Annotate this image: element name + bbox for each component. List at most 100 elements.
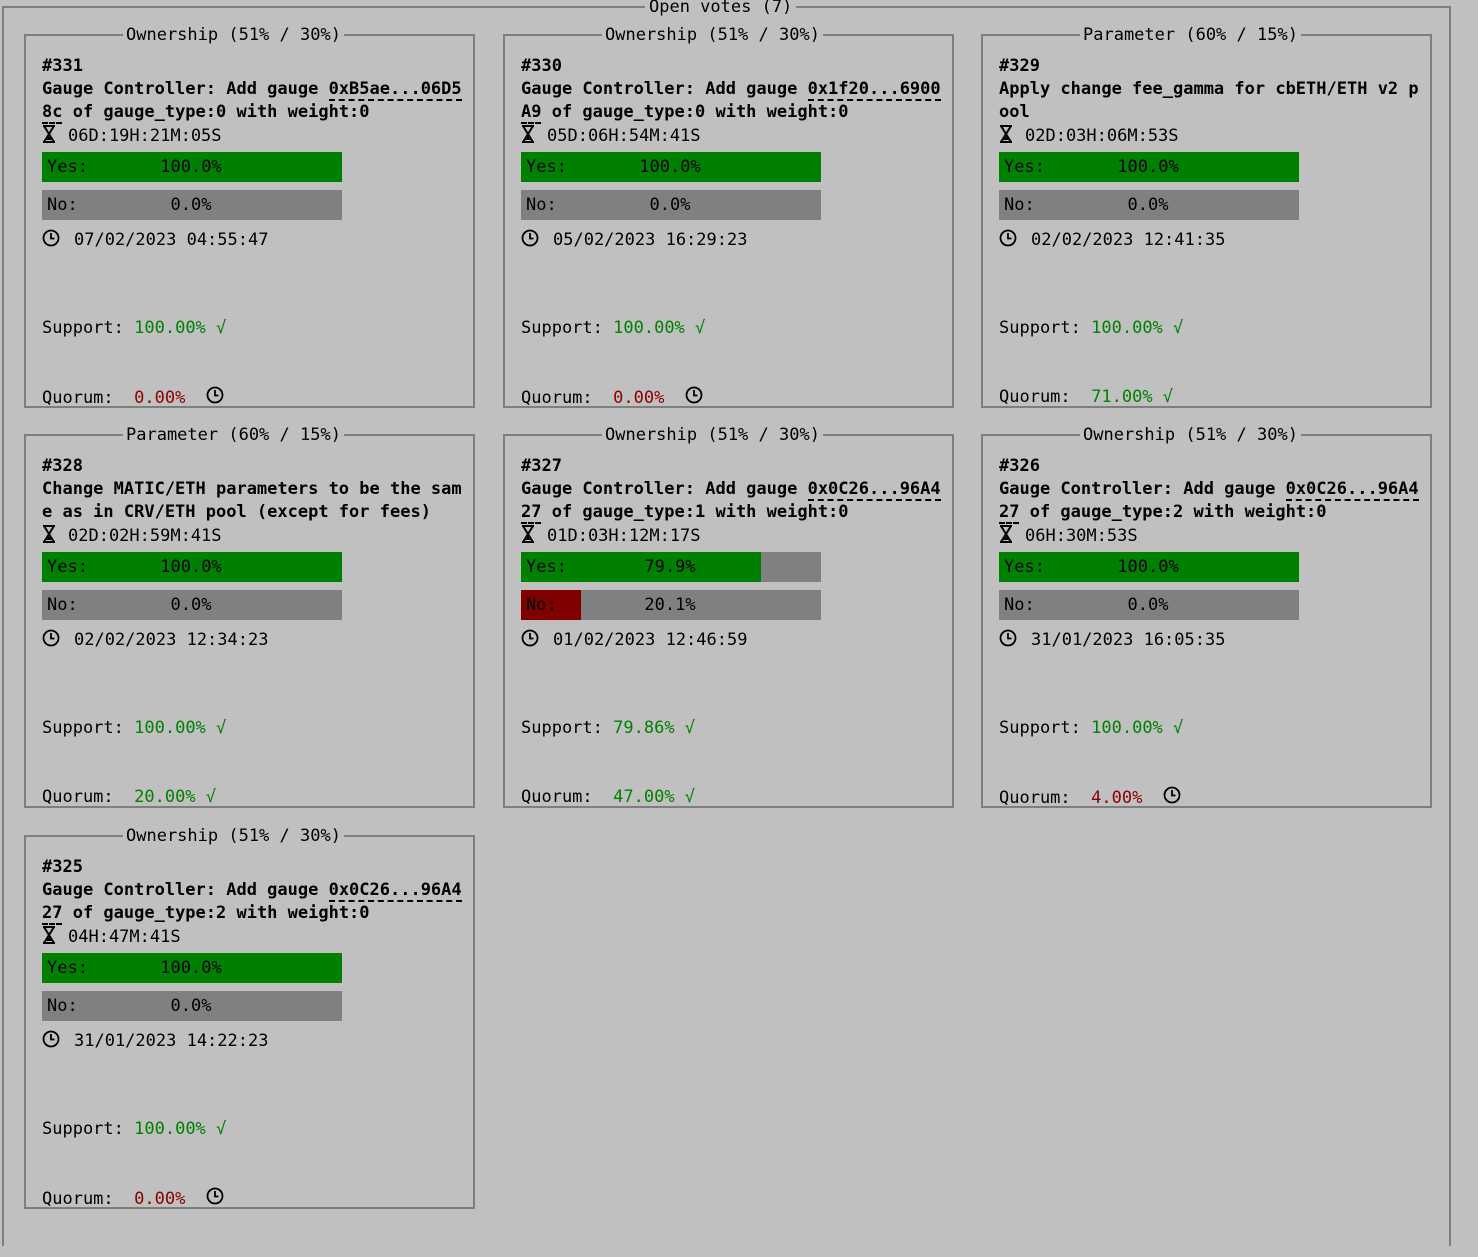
no-bar: No: 0.0% (521, 190, 821, 220)
timer-value: 06H:30M:53S (1025, 526, 1138, 546)
support-line: Support: 100.00% √ (42, 317, 469, 340)
description-text: Gauge Controller: Add gauge (521, 79, 808, 99)
yes-percent: 79.9% (644, 557, 696, 577)
vote-type-label: Parameter (60% / 15%) (1080, 26, 1301, 45)
quorum-value: 0.00% (613, 388, 665, 408)
time-remaining: 02D:02H:59M:41S (42, 524, 469, 548)
vote-stats: Support: 100.00% √ Quorum: 0.00% (42, 1072, 469, 1257)
vote-number: #325 (42, 857, 83, 877)
yes-label: Yes: (1004, 557, 1045, 577)
quorum-line: Quorum: 47.00% √ (521, 786, 948, 809)
vote-start-date: 31/01/2023 16:05:35 (999, 628, 1426, 652)
vote-number: #329 (999, 56, 1040, 76)
clock-icon (42, 1030, 60, 1048)
description-text: Apply change fee_gamma for cbETH/ETH v2 … (999, 79, 1419, 122)
description-text-tail: of gauge_type:2 with weight:0 (62, 903, 370, 923)
yes-bar: Yes: 100.0% (42, 152, 342, 182)
no-percent: 0.0% (649, 195, 691, 215)
description-text: Gauge Controller: Add gauge (521, 479, 808, 499)
support-label: Support: (521, 718, 603, 738)
clock-icon (999, 229, 1017, 247)
no-percent: 0.0% (170, 195, 212, 215)
yes-percent: 100.0% (1117, 557, 1179, 577)
description-text: Gauge Controller: Add gauge (999, 479, 1286, 499)
vote-number: #331 (42, 56, 83, 76)
date-value: 05/02/2023 16:29:23 (553, 230, 748, 250)
clock-icon (521, 629, 539, 647)
no-percent: 0.0% (170, 595, 212, 615)
yes-label: Yes: (47, 557, 88, 577)
description-text-tail: of gauge_type:2 with weight:0 (1019, 502, 1327, 522)
clock-icon (206, 1187, 223, 1205)
vote-start-date: 02/02/2023 12:41:35 (999, 228, 1426, 252)
yes-bar: Yes: 100.0% (999, 152, 1299, 182)
clock-icon (206, 386, 223, 404)
no-label: No: (47, 195, 78, 215)
hourglass-icon (522, 125, 534, 143)
yes-bar: Yes: 100.0% (999, 552, 1299, 582)
yes-label: Yes: (1004, 157, 1045, 177)
description-text-tail: of gauge_type:1 with weight:0 (541, 502, 849, 522)
support-value: 100.00% √ (134, 718, 227, 738)
vote-type-label: Ownership (51% / 30%) (602, 26, 823, 45)
quorum-label: Quorum: (999, 387, 1071, 407)
vote-description: Gauge Controller: Add gauge 0x1f20...690… (521, 78, 941, 124)
yes-percent: 100.0% (160, 557, 222, 577)
no-bar: No: 0.0% (999, 190, 1299, 220)
hourglass-icon (43, 525, 55, 543)
yes-label: Yes: (47, 958, 88, 978)
no-label: No: (1004, 595, 1035, 615)
vote-card: Ownership (51% / 30%) #330 Gauge Control… (503, 26, 954, 408)
no-percent: 0.0% (1127, 195, 1169, 215)
no-percent: 0.0% (1127, 595, 1169, 615)
time-remaining: 06D:19H:21M:05S (42, 124, 469, 148)
time-remaining: 01D:03H:12M:17S (521, 524, 948, 548)
vote-number: #328 (42, 456, 83, 476)
no-label: No: (47, 996, 78, 1016)
yes-label: Yes: (526, 157, 567, 177)
description-text-tail: of gauge_type:0 with weight:0 (541, 102, 849, 122)
timer-value: 02D:03H:06M:53S (1025, 126, 1179, 146)
yes-percent: 100.0% (1117, 157, 1179, 177)
time-remaining: 06H:30M:53S (999, 524, 1426, 548)
quorum-value: 4.00% (1091, 788, 1143, 808)
no-percent: 20.1% (644, 595, 696, 615)
vote-start-date: 31/01/2023 14:22:23 (42, 1029, 469, 1053)
time-remaining: 05D:06H:54M:41S (521, 124, 948, 148)
vote-number: #326 (999, 456, 1040, 476)
no-bar: No: 0.0% (42, 190, 342, 220)
timer-value: 02D:02H:59M:41S (68, 526, 222, 546)
vote-card: Ownership (51% / 30%) #326 Gauge Control… (981, 426, 1432, 808)
quorum-line: Quorum: 71.00% √ (999, 386, 1426, 409)
description-text: Gauge Controller: Add gauge (42, 880, 329, 900)
vote-type-label: Ownership (51% / 30%) (602, 426, 823, 445)
yes-percent: 100.0% (160, 958, 222, 978)
yes-bar: Yes: 79.9% (521, 552, 821, 582)
quorum-line: Quorum: 0.00% (42, 1187, 469, 1211)
vote-stats: Support: 79.86% √ Quorum: 47.00% √ (521, 671, 948, 855)
yes-bar: Yes: 100.0% (521, 152, 821, 182)
vote-start-date: 01/02/2023 12:46:59 (521, 628, 948, 652)
support-label: Support: (42, 318, 124, 338)
no-label: No: (47, 595, 78, 615)
panel-title: Open votes (7) (645, 0, 797, 16)
vote-start-date: 05/02/2023 16:29:23 (521, 228, 948, 252)
quorum-label: Quorum: (42, 1189, 114, 1209)
vote-description: Gauge Controller: Add gauge 0x0C26...96A… (42, 879, 462, 925)
hourglass-icon (1000, 525, 1012, 543)
support-line: Support: 100.00% √ (521, 317, 948, 340)
clock-icon (521, 229, 539, 247)
quorum-label: Quorum: (521, 787, 593, 807)
quorum-value: 0.00% (134, 388, 186, 408)
quorum-label: Quorum: (999, 788, 1071, 808)
support-line: Support: 100.00% √ (999, 717, 1426, 740)
vote-start-date: 07/02/2023 04:55:47 (42, 228, 469, 252)
date-value: 02/02/2023 12:34:23 (74, 630, 269, 650)
clock-icon (42, 229, 60, 247)
quorum-value: 0.00% (134, 1189, 186, 1209)
vote-type-label: Ownership (51% / 30%) (123, 26, 344, 45)
quorum-label: Quorum: (42, 787, 114, 807)
date-value: 01/02/2023 12:46:59 (553, 630, 748, 650)
clock-icon (999, 629, 1017, 647)
hourglass-icon (522, 525, 534, 543)
